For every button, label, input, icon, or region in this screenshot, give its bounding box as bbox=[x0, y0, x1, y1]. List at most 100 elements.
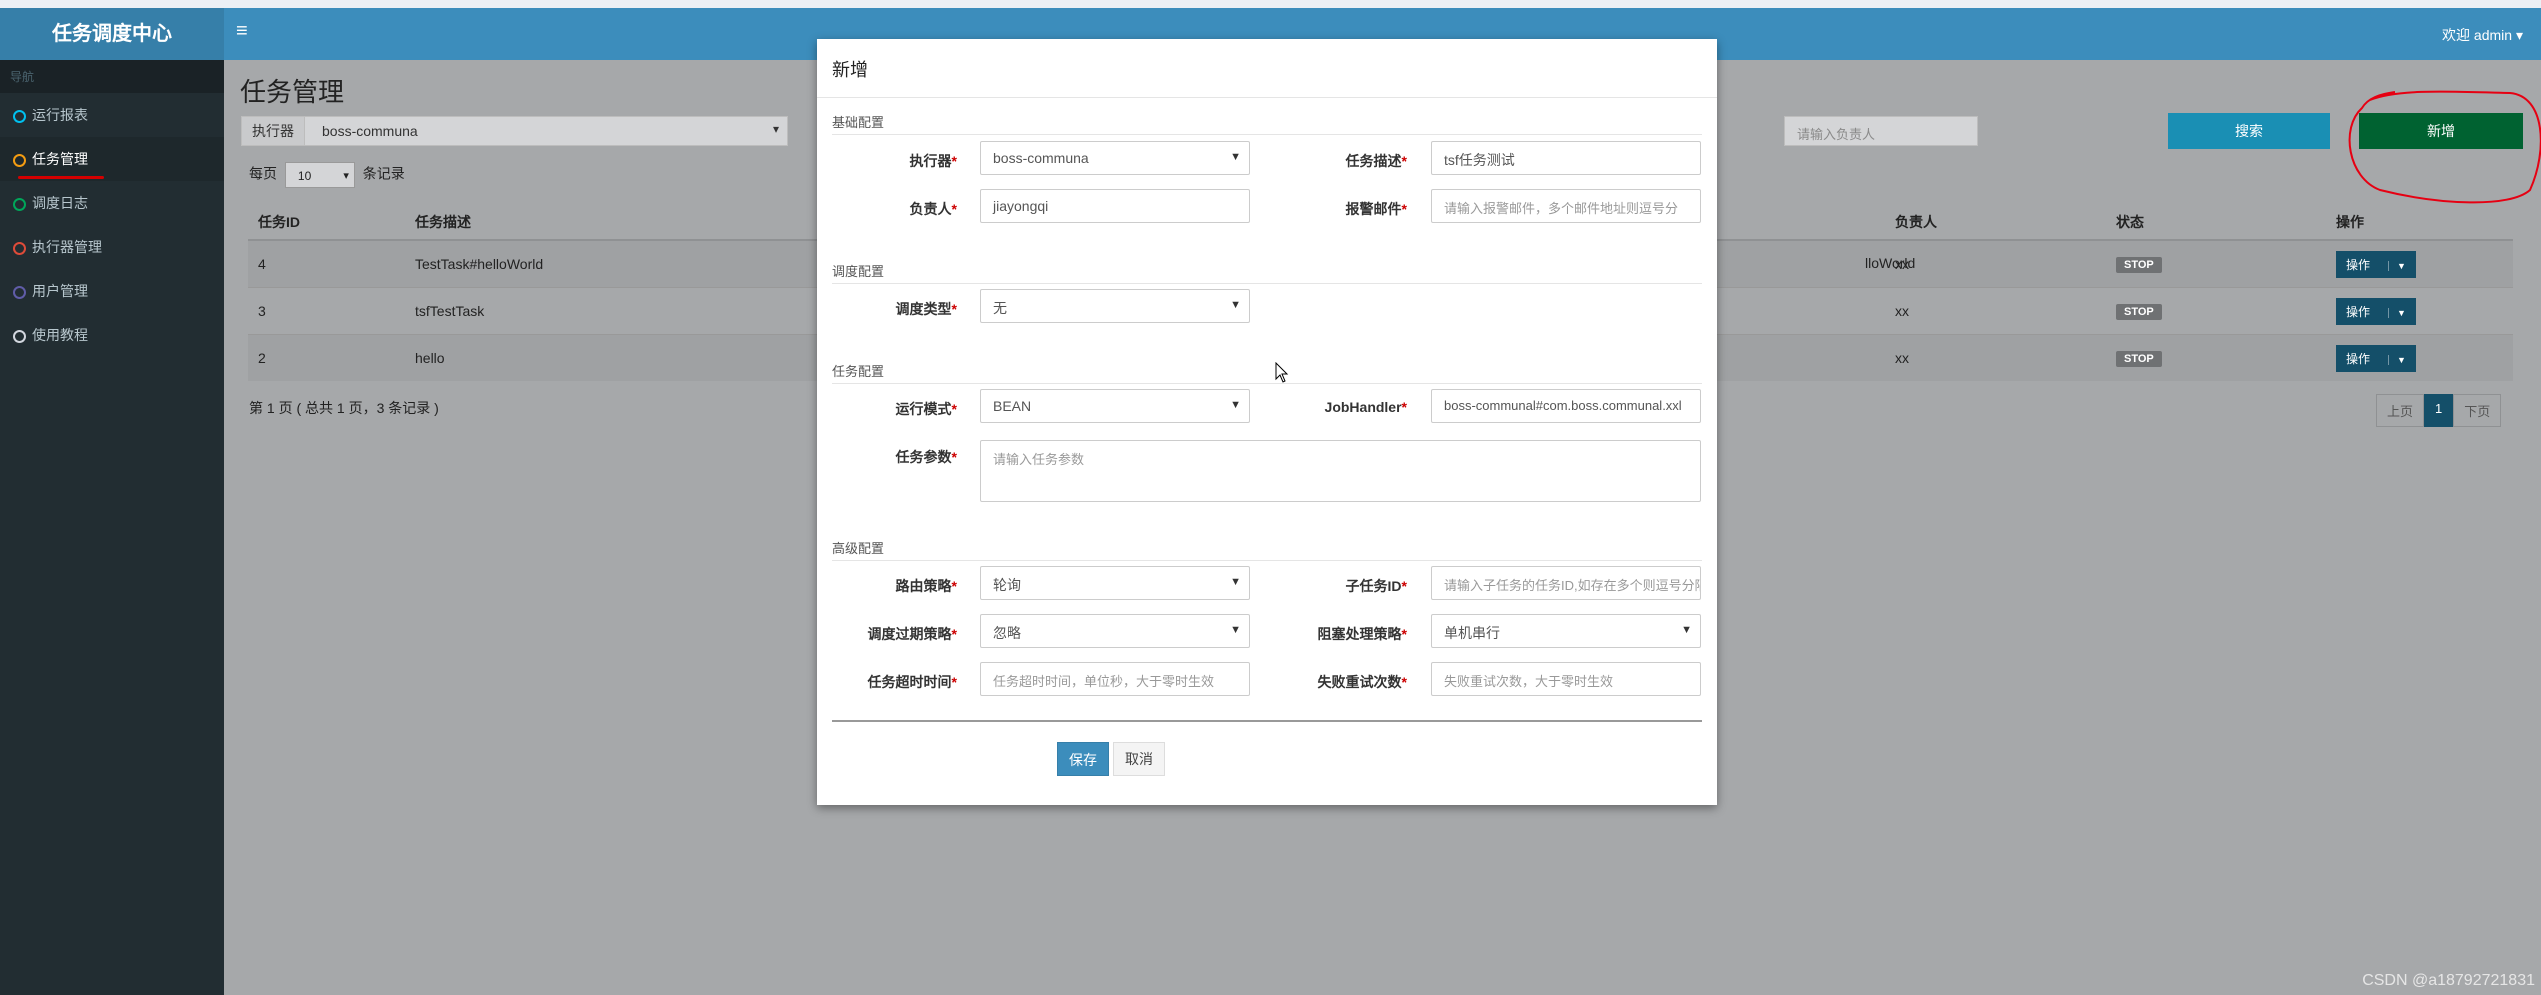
cell-actions: 操作 ▼ bbox=[2326, 334, 2513, 381]
chevron-down-icon: ▼ bbox=[1681, 624, 1692, 636]
required-mark: * bbox=[1401, 626, 1407, 642]
circle-icon bbox=[13, 198, 26, 211]
add-job-button[interactable]: 新增 bbox=[2359, 113, 2523, 149]
owner-search-input[interactable]: 请输入负责人 bbox=[1784, 116, 1978, 146]
cancel-button[interactable]: 取消 bbox=[1113, 742, 1165, 776]
watermark: CSDN @a18792721831 bbox=[2362, 972, 2535, 989]
row-action-button[interactable]: 操作 ▼ bbox=[2336, 250, 2416, 278]
required-mark: * bbox=[1401, 578, 1407, 594]
required-mark: * bbox=[951, 401, 957, 417]
route-select[interactable]: 轮询 ▼ bbox=[980, 566, 1250, 600]
mouse-cursor-icon bbox=[1275, 362, 1289, 383]
modal-title: 新增 bbox=[832, 60, 868, 80]
label-text: 任务描述 bbox=[1345, 153, 1402, 169]
required-mark: * bbox=[951, 449, 957, 465]
misfire-select[interactable]: 忽略 ▼ bbox=[980, 614, 1250, 648]
add-job-modal: 新增 基础配置 执行器* boss-communa ▼ 任务描述* tsf任务测试… bbox=[817, 39, 1717, 805]
sidebar-item-jobs[interactable]: 任务管理 bbox=[0, 137, 224, 181]
required-mark: * bbox=[1401, 399, 1407, 415]
search-button[interactable]: 搜索 bbox=[2168, 113, 2330, 149]
select-value: 忽略 bbox=[993, 625, 1021, 641]
app-logo[interactable]: 任务调度中心 bbox=[0, 8, 224, 60]
page-number-button[interactable]: 1 bbox=[2424, 394, 2454, 427]
required-mark: * bbox=[1401, 674, 1407, 690]
required-mark: * bbox=[951, 301, 957, 317]
timeout-label: 任务超时时间* bbox=[817, 672, 957, 692]
sidebar-item-logs[interactable]: 调度日志 bbox=[0, 181, 224, 225]
page-size-prefix: 每页 bbox=[249, 165, 277, 182]
executor-select[interactable]: boss-communa ▼ bbox=[980, 141, 1250, 175]
desc-label: 任务描述* bbox=[1267, 151, 1407, 171]
retry-input[interactable]: 失败重试次数，大于零时生效 bbox=[1431, 662, 1701, 696]
row-action-button[interactable]: 操作 ▼ bbox=[2336, 297, 2416, 325]
child-id-input[interactable]: 请输入子任务的任务ID,如存在多个则逗号分隔 bbox=[1431, 566, 1701, 600]
page-size-select[interactable]: 10 ▾ bbox=[284, 162, 355, 188]
route-label: 路由策略* bbox=[817, 576, 957, 596]
sidebar-item-executors[interactable]: 执行器管理 bbox=[0, 225, 224, 269]
col-header[interactable]: 状态 bbox=[2106, 205, 2326, 241]
caret-down-icon: ▼ bbox=[2388, 307, 2406, 318]
select-value: BEAN bbox=[993, 398, 1032, 414]
label-text: 调度过期策略 bbox=[867, 626, 952, 642]
prev-page-button[interactable]: 上页 bbox=[2376, 394, 2425, 427]
cell-id: 4 bbox=[248, 239, 405, 288]
sidebar-item-label: 任务管理 bbox=[32, 151, 88, 167]
sidebar-item-label: 执行器管理 bbox=[32, 239, 102, 255]
row-action-button[interactable]: 操作 ▼ bbox=[2336, 344, 2416, 372]
chevron-down-icon: ▼ bbox=[1230, 624, 1241, 636]
desc-input[interactable]: tsf任务测试 bbox=[1431, 141, 1701, 175]
chevron-down-icon: ▾ bbox=[772, 122, 779, 136]
status-badge: STOP bbox=[2116, 304, 2162, 320]
owner-input[interactable]: jiayongqi bbox=[980, 189, 1250, 223]
user-menu[interactable]: 欢迎 admin ▾ bbox=[2442, 25, 2523, 45]
task-param-textarea[interactable]: 请输入任务参数 bbox=[980, 440, 1701, 502]
save-button[interactable]: 保存 bbox=[1057, 742, 1109, 776]
chevron-down-icon: ▼ bbox=[1230, 399, 1241, 411]
sidebar-toggle-icon[interactable]: ≡ bbox=[236, 20, 248, 43]
select-value: 单机串行 bbox=[1444, 625, 1500, 641]
label-text: JobHandler bbox=[1324, 399, 1402, 415]
label-text: 阻塞处理策略 bbox=[1317, 626, 1402, 642]
schedule-type-select[interactable]: 无 ▼ bbox=[980, 289, 1250, 323]
block-strategy-select[interactable]: 单机串行 ▼ bbox=[1431, 614, 1701, 648]
required-mark: * bbox=[951, 674, 957, 690]
run-mode-select[interactable]: BEAN ▼ bbox=[980, 389, 1250, 423]
required-mark: * bbox=[951, 153, 957, 169]
label-text: 失败重试次数 bbox=[1317, 674, 1402, 690]
executor-filter-label: 执行器 bbox=[242, 117, 305, 145]
cell-actions: 操作 ▼ bbox=[2326, 239, 2513, 288]
chevron-down-icon: ▼ bbox=[1230, 576, 1241, 588]
executor-filter[interactable]: 执行器 boss-communa ▾ bbox=[241, 116, 788, 146]
pagination: 上页 1 下页 bbox=[2376, 394, 2502, 427]
timeout-input[interactable]: 任务超时时间，单位秒，大于零时生效 bbox=[980, 662, 1250, 696]
next-page-button[interactable]: 下页 bbox=[2453, 394, 2502, 427]
status-badge: STOP bbox=[2116, 257, 2162, 273]
sidebar-item-report[interactable]: 运行报表 bbox=[0, 93, 224, 137]
cell-handler-text: lloWorld bbox=[1865, 255, 1916, 271]
col-header[interactable]: 任务ID bbox=[248, 205, 405, 241]
alarm-email-input[interactable]: 请输入报警邮件，多个邮件地址则逗号分 bbox=[1431, 189, 1701, 223]
section-schedule: 调度配置 bbox=[832, 261, 1702, 284]
cell-id: 2 bbox=[248, 334, 405, 381]
action-label: 操作 bbox=[2346, 304, 2371, 319]
circle-icon bbox=[13, 242, 26, 255]
circle-icon bbox=[13, 330, 26, 343]
sidebar-item-users[interactable]: 用户管理 bbox=[0, 269, 224, 313]
required-mark: * bbox=[1401, 153, 1407, 169]
page-size-control: 每页 10 ▾ 条记录 bbox=[249, 162, 405, 188]
circle-icon bbox=[13, 110, 26, 123]
col-header[interactable]: 负责人 bbox=[1885, 205, 2106, 241]
owner-label: 负责人* bbox=[817, 199, 957, 219]
cell-owner: xx bbox=[1885, 287, 2106, 335]
select-value: 轮询 bbox=[993, 577, 1021, 593]
cell-status: STOP bbox=[2106, 287, 2326, 335]
action-label: 操作 bbox=[2346, 351, 2371, 366]
executor-label: 执行器* bbox=[817, 151, 957, 171]
required-mark: * bbox=[951, 626, 957, 642]
sidebar-item-help[interactable]: 使用教程 bbox=[0, 313, 224, 357]
page-size-value: 10 bbox=[297, 169, 312, 183]
job-handler-input[interactable]: boss-communal#com.boss.communal.xxl bbox=[1431, 389, 1701, 423]
section-task: 任务配置 bbox=[832, 361, 1702, 384]
sidebar-item-label: 运行报表 bbox=[32, 107, 88, 123]
sidebar: 导航 运行报表 任务管理 调度日志 执行器管理 用户管理 使用教程 bbox=[0, 60, 224, 995]
